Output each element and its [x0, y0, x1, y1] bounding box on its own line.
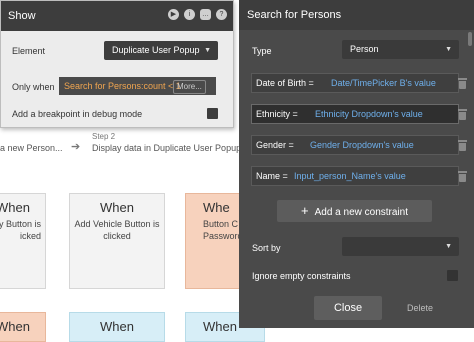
card-when-label: When [100, 200, 134, 215]
card-text: Add Vehicle Button is clicked [74, 219, 160, 241]
ignore-empty-label: Ignore empty constraints [252, 271, 351, 281]
sort-by-label: Sort by [252, 243, 281, 253]
add-constraint-button[interactable]: + Add a new constraint [277, 200, 432, 222]
only-when-expression[interactable]: Search for Persons:count < 1 [64, 81, 181, 91]
trash-icon[interactable] [458, 140, 467, 151]
ignore-empty-checkbox[interactable] [447, 270, 458, 281]
chevron-down-icon: ▼ [445, 46, 452, 53]
element-select[interactable]: Duplicate User Popup ▼ [104, 41, 218, 60]
event-card-1[interactable]: When ty Button is icked [0, 193, 46, 289]
delete-button[interactable]: Delete [400, 296, 440, 320]
trash-icon[interactable] [458, 109, 467, 120]
search-panel-title: Search for Persons [247, 9, 342, 21]
chevron-down-icon: ▼ [204, 47, 211, 54]
add-constraint-label: Add a new constraint [314, 207, 408, 218]
search-panel-header: Search for Persons [239, 0, 474, 30]
arrow-right-icon: ➔ [71, 141, 81, 153]
constraint-row[interactable]: Gender = Gender Dropdown's value [251, 135, 459, 155]
chevron-down-icon: ▼ [445, 243, 452, 250]
play-icon[interactable]: ▶ [168, 9, 179, 20]
trash-icon[interactable] [458, 78, 467, 89]
constraint-value[interactable]: Gender Dropdown's value [310, 136, 414, 154]
show-panel-title: Show [8, 10, 36, 22]
element-label: Element [12, 46, 46, 56]
only-when-condition[interactable]: Search for Persons:count < 1 More... [59, 77, 216, 95]
type-select-value: Person [350, 44, 379, 54]
card-when-label: When [0, 319, 30, 334]
constraint-value[interactable]: Input_person_Name's value [294, 167, 406, 185]
constraint-value[interactable]: Date/TimePicker B's value [331, 74, 436, 92]
info-icon[interactable]: i [184, 9, 195, 20]
scrollbar[interactable] [468, 32, 472, 46]
close-button[interactable]: Close [314, 296, 382, 320]
card-text: ty Button is icked [0, 219, 41, 241]
constraint-field[interactable]: Ethnicity = [256, 105, 298, 123]
plus-icon: + [301, 203, 309, 218]
type-label: Type [252, 46, 272, 56]
search-for-persons-panel: Search for Persons Type Person ▼ Date of… [239, 0, 474, 328]
step-1-label[interactable]: a new Person... [0, 143, 63, 153]
constraint-row[interactable]: Ethnicity = Ethnicity Dropdown's value [251, 104, 459, 124]
type-select[interactable]: Person ▼ [342, 40, 459, 59]
help-icon[interactable]: ? [216, 9, 227, 20]
constraint-row[interactable]: Name = Input_person_Name's value [251, 166, 459, 186]
constraint-field[interactable]: Date of Birth = [256, 74, 314, 92]
more-button[interactable]: More... [173, 80, 206, 94]
breakpoint-checkbox[interactable] [207, 108, 218, 119]
trash-icon[interactable] [458, 171, 467, 182]
element-select-value: Duplicate User Popup [112, 45, 200, 55]
show-panel-header: Show ▶ i … ? [1, 1, 233, 31]
event-card-4[interactable]: When [0, 312, 46, 342]
event-card-5[interactable]: When [69, 312, 165, 342]
card-when-label: When [100, 319, 134, 334]
breakpoint-label: Add a breakpoint in debug mode [12, 109, 143, 119]
step-2-label[interactable]: Display data in Duplicate User Popup [92, 143, 241, 153]
constraint-field[interactable]: Gender = [256, 136, 294, 154]
comment-icon[interactable]: … [200, 9, 211, 20]
only-when-label: Only when [12, 82, 55, 92]
constraint-field[interactable]: Name = [256, 167, 288, 185]
constraint-row[interactable]: Date of Birth = Date/TimePicker B's valu… [251, 73, 459, 93]
show-action-panel: Show ▶ i … ? Element Duplicate User Popu… [0, 0, 234, 128]
event-card-2[interactable]: When Add Vehicle Button is clicked [69, 193, 165, 289]
card-when-label: When [0, 200, 30, 215]
step-2-number: Step 2 [92, 132, 116, 141]
sort-by-select[interactable]: ▼ [342, 237, 459, 256]
constraint-value[interactable]: Ethnicity Dropdown's value [315, 105, 423, 123]
